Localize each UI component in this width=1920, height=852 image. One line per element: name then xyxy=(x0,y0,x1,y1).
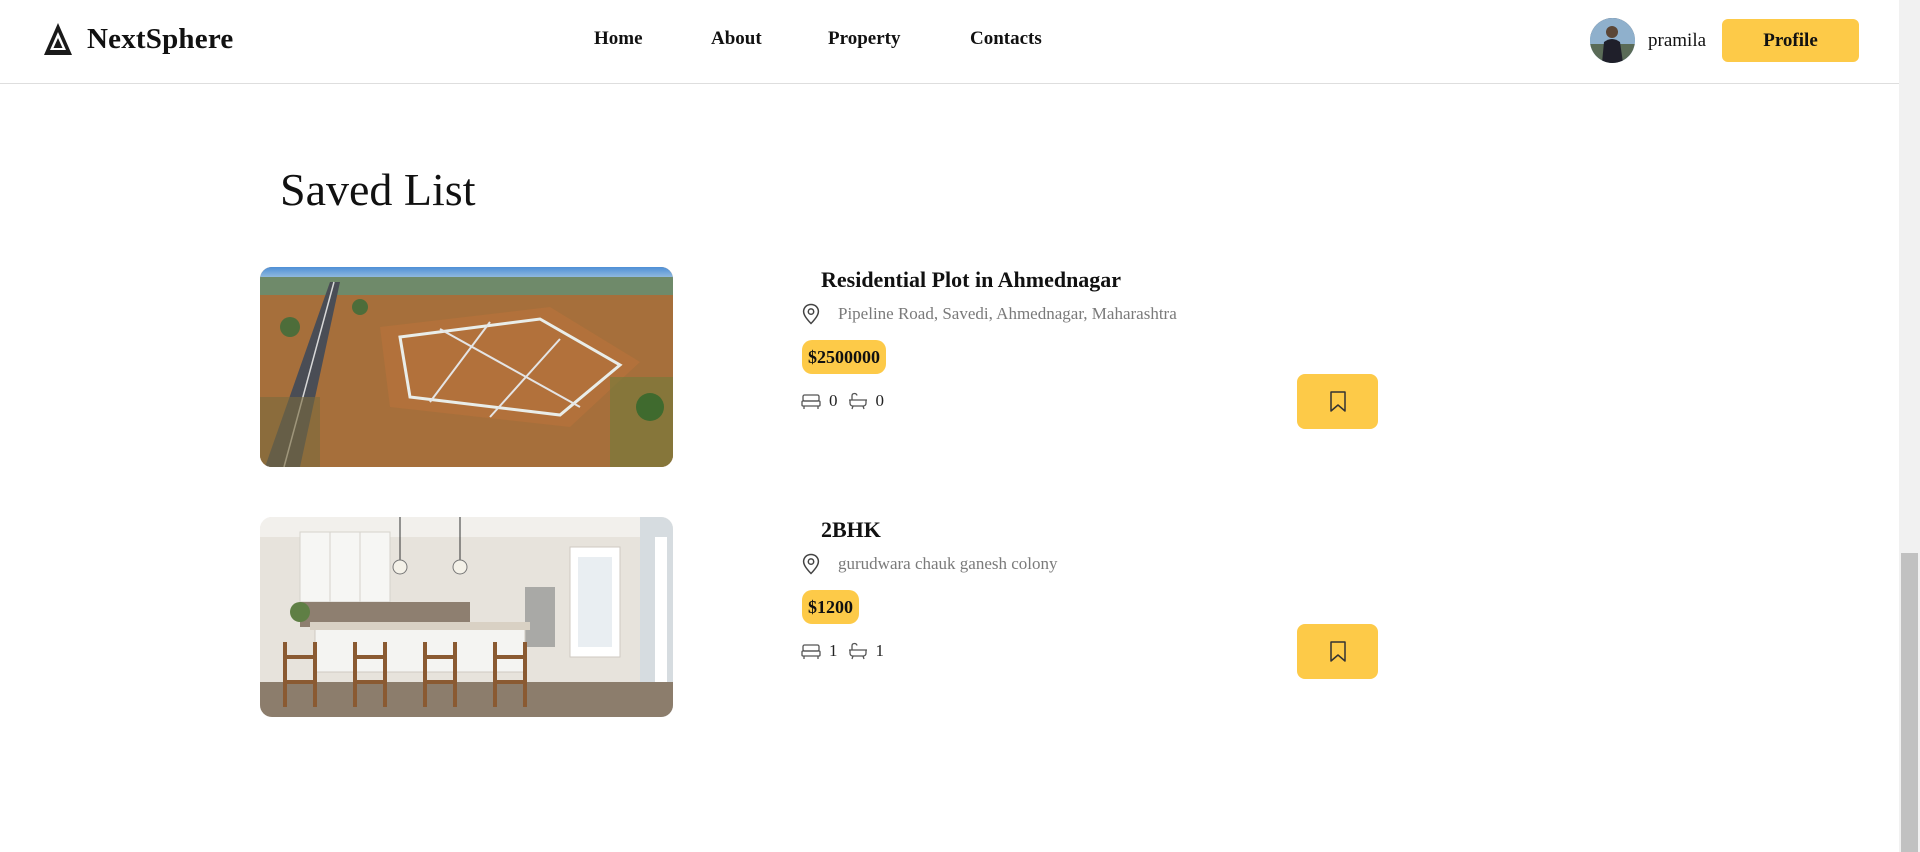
bookmark-icon xyxy=(1329,640,1346,662)
bookmark-button[interactable] xyxy=(1297,374,1378,429)
page-scrollbar[interactable] xyxy=(1899,0,1920,852)
beds-count: 0 xyxy=(829,391,838,410)
brand-logo[interactable]: NextSphere xyxy=(43,22,233,56)
beds-count: 1 xyxy=(829,641,838,660)
map-pin-icon xyxy=(802,553,820,575)
listing-features: 1 1 xyxy=(801,641,894,661)
page-title: Saved List xyxy=(280,164,476,215)
baths-count: 1 xyxy=(875,641,885,660)
listing-location: Pipeline Road, Savedi, Ahmednagar, Mahar… xyxy=(801,303,1177,325)
aerial-plot-photo xyxy=(260,267,673,467)
nav-property[interactable]: Property xyxy=(828,28,900,50)
brand-logo-icon xyxy=(44,23,72,55)
listing-title[interactable]: 2BHK xyxy=(821,517,881,543)
nav-about[interactable]: About xyxy=(711,28,762,50)
price-badge: $1200 xyxy=(802,590,859,624)
listing-features: 0 0 xyxy=(801,391,894,411)
listing-card: Residential Plot in Ahmednagar Pipeline … xyxy=(260,267,1380,467)
page: NextSphere Home About Property Contacts … xyxy=(0,0,1920,852)
baths-count: 0 xyxy=(875,391,885,410)
user-menu[interactable]: pramila xyxy=(1590,18,1706,63)
price-badge: $2500000 xyxy=(802,340,886,374)
bookmark-icon xyxy=(1329,390,1346,412)
profile-button[interactable]: Profile xyxy=(1722,19,1859,62)
bookmark-button[interactable] xyxy=(1297,624,1378,679)
avatar-image xyxy=(1590,18,1635,63)
avatar[interactable] xyxy=(1590,18,1635,63)
kitchen-interior-photo xyxy=(260,517,673,717)
bathtub-icon xyxy=(848,392,867,410)
listing-image[interactable] xyxy=(260,517,673,717)
listing-card: 2BHK gurudwara chauk ganesh colony $1200… xyxy=(260,517,1380,717)
scrollbar-thumb[interactable] xyxy=(1901,553,1918,852)
brand-name: NextSphere xyxy=(87,22,234,55)
nav-contacts[interactable]: Contacts xyxy=(970,28,1042,50)
map-pin-icon xyxy=(802,303,820,325)
listing-title[interactable]: Residential Plot in Ahmednagar xyxy=(821,267,1121,293)
location-text: Pipeline Road, Savedi, Ahmednagar, Mahar… xyxy=(838,304,1177,323)
bed-icon xyxy=(801,394,821,409)
nav-home[interactable]: Home xyxy=(594,28,643,50)
username: pramila xyxy=(1648,29,1707,51)
top-navbar: NextSphere Home About Property Contacts … xyxy=(0,0,1899,84)
bed-icon xyxy=(801,644,821,659)
listing-image[interactable] xyxy=(260,267,673,467)
location-text: gurudwara chauk ganesh colony xyxy=(838,554,1058,573)
listing-location: gurudwara chauk ganesh colony xyxy=(801,553,1058,575)
bathtub-icon xyxy=(848,642,867,660)
